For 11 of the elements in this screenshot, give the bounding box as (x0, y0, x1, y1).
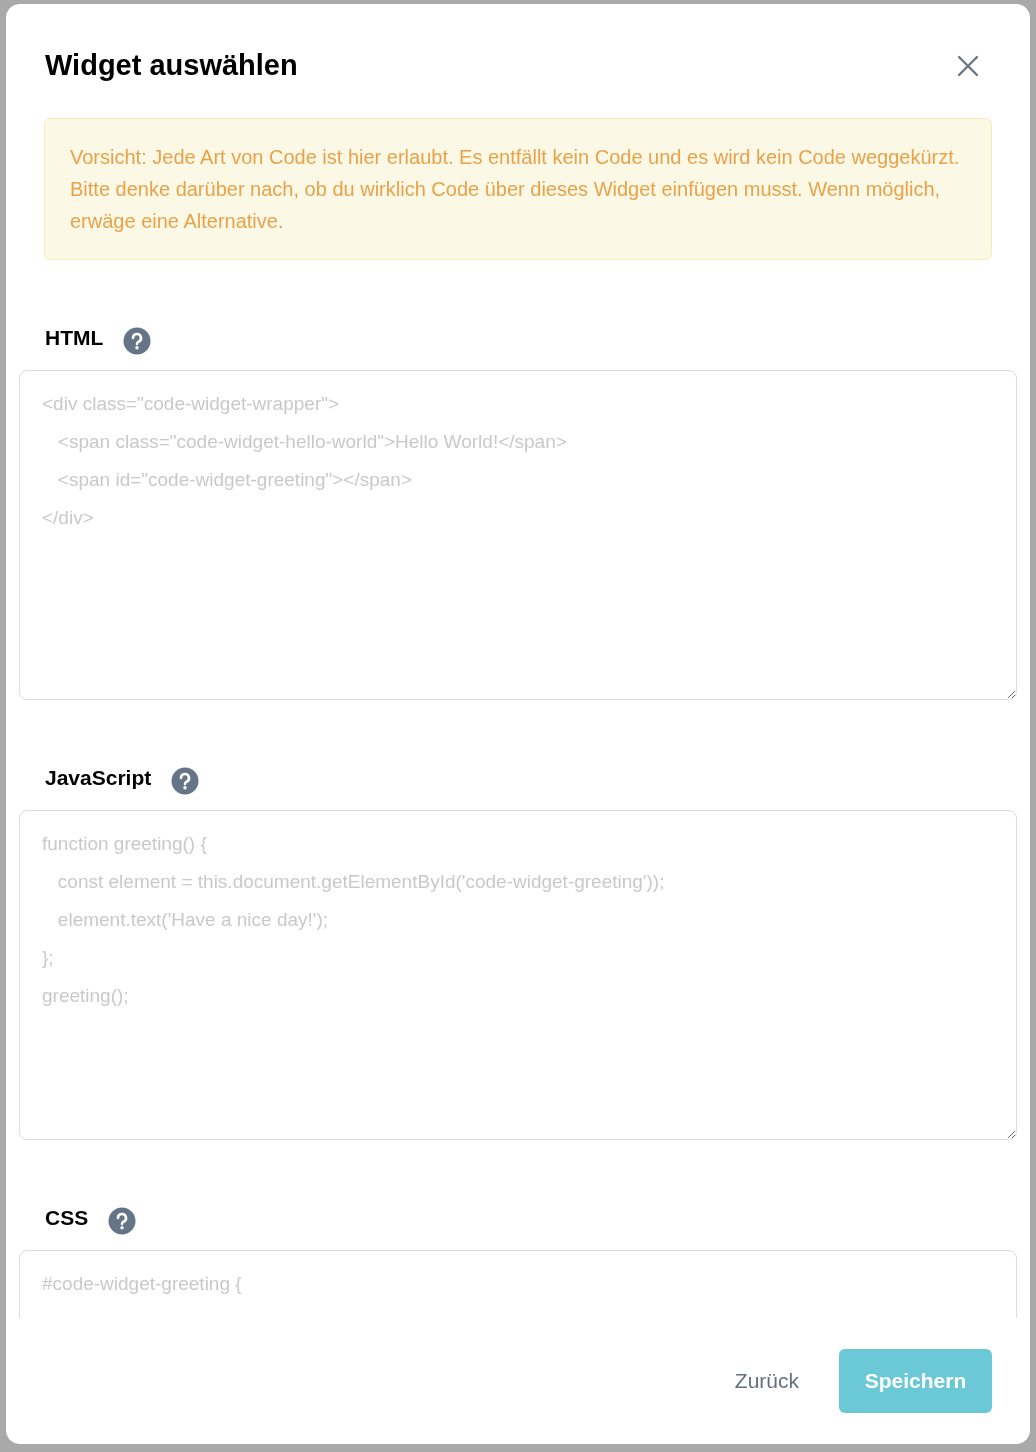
help-icon[interactable] (108, 1206, 137, 1235)
help-icon[interactable] (171, 766, 200, 795)
field-label: JavaScript (45, 764, 152, 791)
field-label: CSS (45, 1204, 89, 1231)
warning-alert: Vorsicht: Jede Art von Code ist hier erlaubt. Es entfällt kein Code und es wird kein Code weggekürzt. Bitte denke darüber nach, ob du wirklich Code über dieses Widget einfügen musst. Wenn möglich, erwäge eine Alternative. (44, 117, 992, 260)
help-icon[interactable] (123, 326, 152, 355)
close-button[interactable] (956, 53, 980, 78)
back-button[interactable]: Zurück (732, 1361, 801, 1401)
field-label: HTML (45, 324, 104, 351)
dialog-title: Widget auswählen (45, 48, 298, 83)
close-icon (957, 54, 979, 77)
